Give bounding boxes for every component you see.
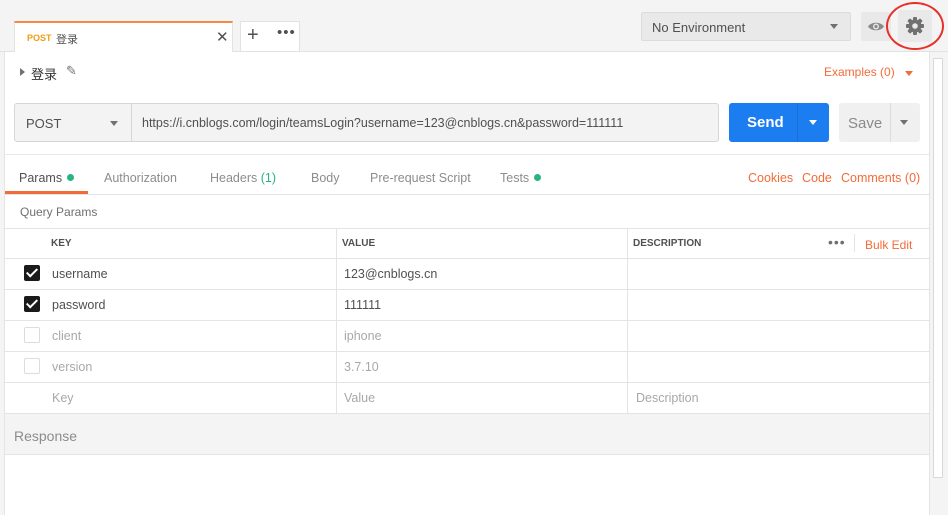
tab-prerequest-script[interactable]: Pre-request Script (370, 171, 471, 185)
tab-actions: + ••• (240, 21, 300, 51)
tab-tests-label: Tests (500, 171, 530, 185)
table-border (5, 382, 929, 383)
table-border (5, 320, 929, 321)
row-checkbox[interactable] (24, 358, 40, 374)
request-name: 登录 (31, 67, 58, 82)
tab-body[interactable]: Body (311, 171, 340, 185)
add-tab-button[interactable]: + (247, 24, 259, 47)
table-border (627, 228, 628, 413)
active-tab-indicator (5, 191, 88, 194)
param-value[interactable]: 3.7.10 (344, 360, 379, 374)
param-key[interactable]: client (52, 329, 81, 343)
environment-selected-label: No Environment (652, 20, 746, 35)
environment-select[interactable]: No Environment (641, 12, 851, 41)
more-tabs-button[interactable]: ••• (277, 24, 296, 41)
chevron-right-icon[interactable] (20, 68, 25, 76)
column-header-value: VALUE (342, 238, 376, 249)
divider (890, 103, 891, 142)
tab-tests[interactable]: Tests (500, 171, 542, 185)
table-border (336, 228, 337, 413)
row-checkbox[interactable] (24, 296, 40, 312)
chevron-down-icon (110, 121, 118, 126)
row-checkbox[interactable] (24, 265, 40, 281)
code-link[interactable]: Code (802, 171, 832, 185)
status-dot (67, 174, 75, 181)
param-key[interactable]: password (52, 298, 106, 312)
url-input[interactable]: https://i.cnblogs.com/login/teamsLogin?u… (131, 103, 719, 142)
comments-link[interactable]: Comments (0) (841, 171, 920, 185)
annotation-circle (886, 2, 944, 50)
column-header-description: DESCRIPTION (633, 238, 702, 249)
response-title: Response (14, 428, 78, 444)
tab-headers-label: Headers (210, 171, 258, 185)
param-key[interactable]: username (52, 267, 108, 281)
column-header-key: KEY (51, 238, 72, 249)
response-panel: Response (5, 413, 929, 455)
http-method-label: POST (26, 116, 62, 131)
key-placeholder[interactable]: Key (52, 391, 74, 405)
divider (797, 103, 798, 142)
tab-method-label: POST (27, 33, 52, 43)
param-value[interactable]: 123@cnblogs.cn (344, 267, 437, 281)
tab-params-label: Params (19, 171, 63, 185)
send-label: Send (747, 114, 784, 131)
chevron-down-icon[interactable] (809, 120, 817, 125)
param-value[interactable]: iphone (344, 329, 382, 343)
chevron-down-icon[interactable] (905, 71, 913, 76)
save-button[interactable]: Save (839, 103, 920, 142)
close-icon[interactable]: ✕ (216, 28, 229, 46)
cookies-link[interactable]: Cookies (748, 171, 793, 185)
http-method-select[interactable]: POST (14, 103, 132, 142)
chevron-down-icon (830, 24, 838, 29)
tab-headers[interactable]: Headers (1) (210, 171, 276, 185)
status-dot (534, 174, 542, 181)
query-params-title: Query Params (20, 205, 98, 219)
tab-authorization[interactable]: Authorization (104, 171, 177, 185)
request-tab[interactable]: POST 登录 ✕ (14, 21, 233, 52)
table-border (5, 351, 929, 352)
value-placeholder[interactable]: Value (344, 391, 375, 405)
table-border (5, 258, 929, 259)
more-options-button[interactable]: ••• (828, 234, 846, 250)
save-label: Save (848, 115, 883, 132)
row-checkbox[interactable] (24, 327, 40, 343)
pencil-icon[interactable]: ✎ (66, 63, 77, 79)
checkmark-icon (25, 296, 39, 309)
send-button[interactable]: Send (729, 103, 829, 142)
table-border (5, 289, 929, 290)
description-placeholder[interactable]: Description (636, 391, 699, 405)
scrollbar-thumb[interactable] (933, 58, 943, 478)
bulk-edit-link[interactable]: Bulk Edit (865, 238, 912, 252)
examples-dropdown[interactable]: Examples (0) (824, 65, 895, 79)
param-value[interactable]: 111111 (344, 298, 381, 312)
url-text: https://i.cnblogs.com/login/teamsLogin?u… (142, 116, 624, 130)
tab-params[interactable]: Params (19, 171, 75, 185)
checkmark-icon (25, 265, 39, 278)
chevron-down-icon[interactable] (900, 120, 908, 125)
divider (854, 234, 855, 252)
param-key[interactable]: version (52, 360, 92, 374)
headers-count: (1) (260, 171, 277, 185)
table-border (5, 228, 929, 229)
tab-name-label: 登录 (56, 34, 78, 46)
